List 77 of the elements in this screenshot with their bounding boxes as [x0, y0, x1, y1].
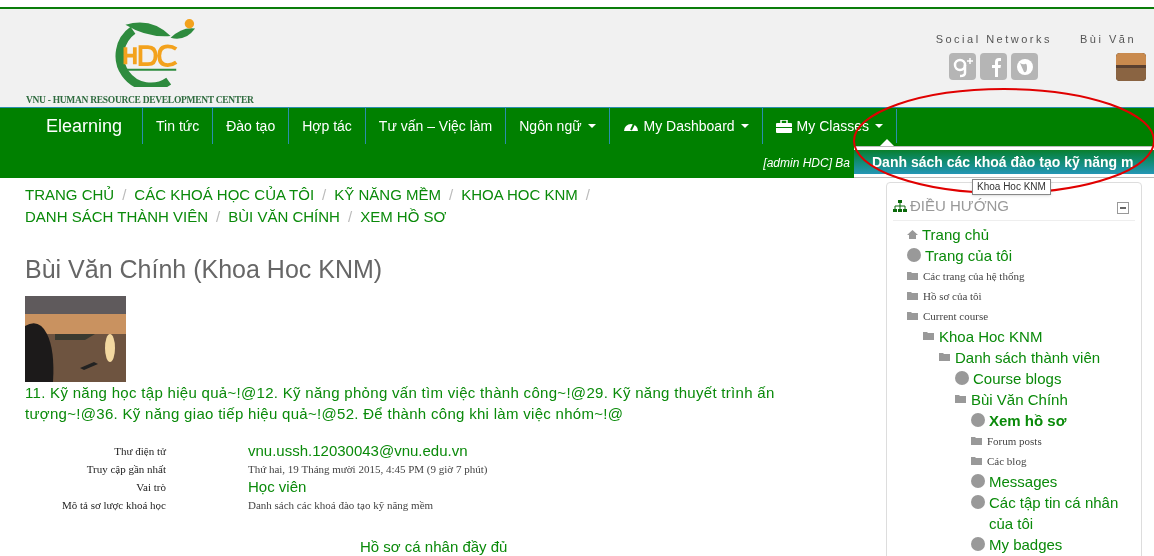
breadcrumb-link[interactable]: CÁC KHOÁ HỌC CỦA TÔI [134, 186, 315, 204]
folder-icon [955, 395, 966, 403]
tree-item[interactable]: Các trang của hệ thống [923, 265, 1025, 286]
tree-item[interactable]: Trang của tôi [925, 244, 1012, 266]
folder-icon [971, 456, 982, 465]
nav-item[interactable]: Hợp tác [288, 108, 365, 144]
course-list-text: 11. Kỹ năng học tập hiệu quả~!@12. Kỹ năng phỏng vấn tìm việc thành công~!@29. Kỹ năng thuyết trình ấn tượng~!@36. Kỹ năng giao tiếp hiệu quả~!@52. Để thành công khi làm việc nhóm~!@ [25, 383, 776, 424]
tree-item[interactable]: Danh sách thành viên [955, 346, 1101, 368]
breadcrumb-separator: / [322, 186, 327, 204]
breadcrumb-link[interactable]: KỸ NĂNG MỀM [334, 186, 441, 204]
folder-icon [971, 436, 982, 445]
block-title: ĐIỀU HƯỚNG [910, 196, 1009, 216]
breadcrumb-link[interactable]: DANH SÁCH THÀNH VIÊN [25, 208, 209, 226]
nav-item[interactable]: Ngôn ngữ [505, 108, 609, 144]
tree-item[interactable]: Các tập tin cá nhân của tôi [989, 491, 1121, 534]
circle-icon [971, 495, 985, 509]
user-info-text: [admin HDC] Ba [763, 155, 850, 172]
breadcrumb-separator: / [448, 186, 454, 204]
social-label: Social Networks [935, 32, 1052, 47]
breadcrumb-link[interactable]: KHOA HOC KNM [461, 186, 578, 204]
breadcrumb-separator: / [216, 208, 221, 226]
folder-icon [907, 291, 918, 300]
circle-icon [971, 474, 985, 488]
field-value: Thứ hai, 19 Tháng mười 2015, 4:45 PM (9 giờ 7 phút) [248, 462, 489, 477]
breadcrumb-link[interactable]: XEM HỒ SƠ [360, 208, 447, 226]
home-icon [907, 229, 918, 239]
field-link[interactable]: Học viên [248, 478, 307, 496]
folder-icon [907, 311, 918, 320]
tree-item[interactable]: Các blog [987, 450, 1027, 471]
breadcrumb-separator: / [347, 208, 353, 226]
field-link[interactable]: vnu.ussh.12030043@vnu.edu.vn [248, 442, 468, 460]
circle-icon [971, 537, 985, 551]
nav-item[interactable]: Đào tạo [212, 108, 289, 144]
circle-icon [971, 413, 985, 427]
caret-icon [587, 124, 596, 128]
user-name: Bùi Văn [1080, 32, 1138, 47]
folder-icon [907, 271, 918, 280]
field-label: Thư điện tử [113, 444, 166, 459]
field-label: Truy cập gần nhất [85, 462, 166, 477]
field-label: Vai trò [135, 480, 166, 495]
tooltip: Khoa Hoc KNM [972, 179, 1051, 195]
circle-icon [955, 371, 969, 385]
tree-item[interactable]: Current course [923, 305, 989, 326]
sitemap-icon [893, 200, 907, 213]
tree-item[interactable]: Trang chủ [922, 223, 989, 245]
caret-icon [740, 124, 749, 128]
page-title: Bùi Văn Chính (Khoa Hoc KNM) [25, 254, 384, 284]
nav-item[interactable]: My Dashboard [608, 108, 762, 144]
facebook-icon[interactable] [980, 52, 1008, 80]
nav-item[interactable]: Tư vấn – Việc làm [364, 108, 506, 144]
field-label: Mô tả sơ lược khoá học [60, 498, 166, 513]
dropdown-item[interactable]: Danh sách các khoá đào tạo kỹ năng m [854, 150, 1154, 174]
circle-icon [907, 248, 921, 262]
breadcrumb-separator: / [585, 186, 590, 204]
folder-icon [939, 353, 950, 361]
tree-item[interactable]: My badges [989, 533, 1063, 555]
caret-icon [874, 124, 883, 128]
google-plus-icon[interactable] [949, 52, 977, 80]
breadcrumb-separator: / [122, 186, 127, 204]
tree-item[interactable]: Khoa Hoc KNM [939, 325, 1043, 347]
globe-icon[interactable] [1011, 52, 1039, 80]
briefcase-icon [775, 119, 792, 133]
full-profile-link[interactable]: Hồ sơ cá nhân đầy đủ [360, 538, 508, 556]
field-value: Danh sách các khoá đào tạo kỹ năng mềm [248, 498, 435, 513]
breadcrumb-link[interactable]: TRANG CHỦ [25, 186, 115, 204]
tree-item[interactable]: Course blogs [973, 367, 1062, 389]
collapse-icon[interactable] [1117, 202, 1129, 215]
tree-item[interactable]: Forum posts [987, 430, 1042, 451]
tree-item[interactable]: Bùi Văn Chính [971, 388, 1068, 410]
folder-icon [923, 332, 934, 340]
brand-link[interactable]: Elearning [30, 108, 143, 144]
tree-item[interactable]: Xem hồ sơ [989, 409, 1067, 431]
tree-item[interactable]: Hồ sơ của tôi [923, 285, 982, 306]
logo-caption: VNU - HUMAN RESOURCE DEVELOPMENT CENTER [26, 93, 254, 107]
tree-item[interactable]: Messages [989, 470, 1058, 492]
nav-item[interactable]: Tin tức [142, 108, 213, 144]
breadcrumb-link[interactable]: BÙI VĂN CHÍNH [228, 208, 340, 226]
